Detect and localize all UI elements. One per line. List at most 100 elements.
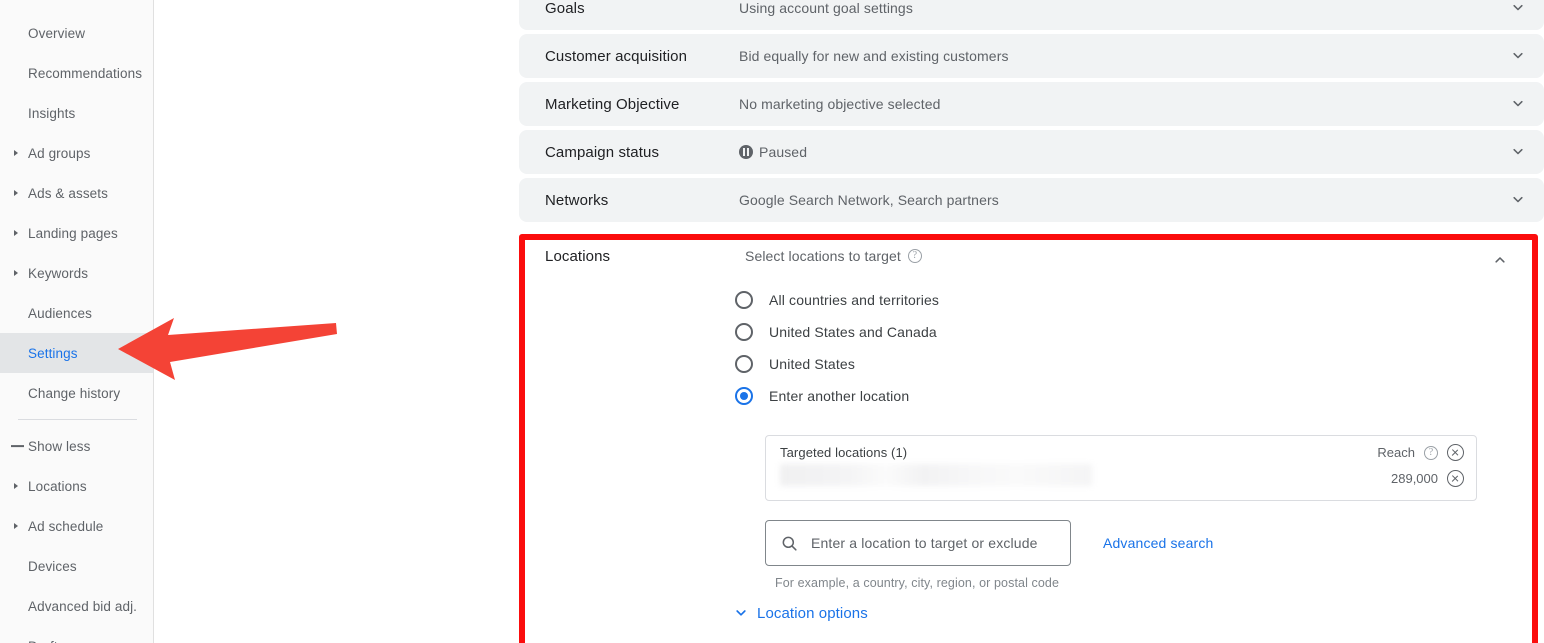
targeted-locations-box: Targeted locations (1) Reach ? 289,000 xyxy=(765,435,1477,501)
location-options-toggle[interactable]: Location options xyxy=(731,603,868,623)
left-sidebar-nav: Overview Recommendations Insights Ad gro… xyxy=(0,0,154,643)
sidebar-item-settings[interactable]: Settings xyxy=(0,333,153,373)
settings-row-value: Bid equally for new and existing custome… xyxy=(739,48,1009,64)
sidebar-show-less-label: Show less xyxy=(28,438,91,454)
sidebar-item-label: Change history xyxy=(28,385,121,401)
radio-united-states-and-canada[interactable]: United States and Canada xyxy=(735,316,939,348)
radio-label: United States and Canada xyxy=(769,324,937,340)
sidebar-item-change-history[interactable]: Change history xyxy=(0,373,153,413)
help-icon[interactable]: ? xyxy=(907,249,922,263)
expand-triangle-icon xyxy=(14,523,18,529)
search-input[interactable]: Enter a location to target or exclude xyxy=(765,520,1071,566)
location-search-hint: For example, a country, city, region, or… xyxy=(775,576,1060,590)
chevron-down-icon[interactable] xyxy=(1492,46,1544,66)
location-target-radio-group: All countries and territories United Sta… xyxy=(735,284,939,412)
minus-icon xyxy=(11,445,24,447)
targeted-locations-header-right: Reach ? xyxy=(1377,444,1476,461)
pause-status-icon xyxy=(739,145,753,159)
radio-circle-icon[interactable] xyxy=(735,355,753,373)
sidebar-divider xyxy=(18,419,137,420)
sidebar-item-label: Insights xyxy=(28,105,76,121)
radio-all-countries-and-territories[interactable]: All countries and territories xyxy=(735,284,939,316)
targeted-location-reach-value: 289,000 xyxy=(1391,471,1438,486)
radio-united-states[interactable]: United States xyxy=(735,348,939,380)
settings-row-value: Using account goal settings xyxy=(739,0,913,16)
sidebar-item-label: Ads & assets xyxy=(28,185,108,201)
sidebar-show-less-button[interactable]: Show less xyxy=(0,426,153,466)
targeted-location-row-right: 289,000 xyxy=(1391,470,1476,487)
sidebar-item-drafts[interactable]: Drafts xyxy=(0,626,153,643)
chevron-down-icon[interactable] xyxy=(1492,94,1544,114)
chevron-down-icon[interactable] xyxy=(1492,0,1544,18)
settings-row-label: Networks xyxy=(545,191,609,209)
location-options-label: Location options xyxy=(757,604,868,622)
settings-row-campaign-status[interactable]: Campaign status Paused xyxy=(519,130,1544,174)
locations-panel-header: Locations Select locations to target ? xyxy=(525,248,1532,265)
search-icon xyxy=(780,534,799,553)
advanced-search-link[interactable]: Advanced search xyxy=(1103,535,1213,551)
help-icon[interactable]: ? xyxy=(1424,445,1438,460)
locations-panel-subtitle: Select locations to target xyxy=(745,248,901,264)
settings-row-value: Google Search Network, Search partners xyxy=(739,192,999,208)
sidebar-item-label: Recommendations xyxy=(28,65,143,81)
app-root: Overview Recommendations Insights Ad gro… xyxy=(0,0,1544,643)
sidebar-item-overview[interactable]: Overview xyxy=(0,13,153,53)
radio-circle-selected-icon[interactable] xyxy=(735,387,753,405)
sidebar-item-recommendations[interactable]: Recommendations xyxy=(0,53,153,93)
sidebar-item-label: Devices xyxy=(28,558,77,574)
settings-row-customer-acquisition[interactable]: Customer acquisition Bid equally for new… xyxy=(519,34,1544,78)
sidebar-item-label: Advanced bid adj. xyxy=(28,598,138,614)
sidebar-item-landing-pages[interactable]: Landing pages xyxy=(0,213,153,253)
expand-triangle-icon xyxy=(14,483,18,489)
radio-circle-icon[interactable] xyxy=(735,323,753,341)
sidebar-item-label: Landing pages xyxy=(28,225,118,241)
settings-row-label: Customer acquisition xyxy=(545,47,688,65)
remove-circle-icon[interactable] xyxy=(1447,444,1464,461)
locations-panel-subtitle-wrap: Select locations to target ? xyxy=(745,248,922,264)
sidebar-item-ads-assets[interactable]: Ads & assets xyxy=(0,173,153,213)
sidebar-item-label: Settings xyxy=(28,345,78,361)
locations-settings-panel: Locations Select locations to target ? A… xyxy=(519,234,1538,643)
sidebar-item-locations[interactable]: Locations xyxy=(0,466,153,506)
settings-row-marketing-objective[interactable]: Marketing Objective No marketing objecti… xyxy=(519,82,1544,126)
sidebar-item-keywords[interactable]: Keywords xyxy=(0,253,153,293)
settings-row-goals[interactable]: Goals Using account goal settings xyxy=(519,0,1544,30)
expand-triangle-icon xyxy=(14,230,18,236)
redacted-location-name-overlay xyxy=(780,464,1092,486)
sidebar-item-label: Locations xyxy=(28,478,87,494)
radio-label: Enter another location xyxy=(769,388,910,404)
chevron-down-icon[interactable] xyxy=(1492,190,1544,210)
expand-triangle-icon xyxy=(14,270,18,276)
settings-main-content: Goals Using account goal settings Custom… xyxy=(155,0,1544,643)
sidebar-item-ad-schedule[interactable]: Ad schedule xyxy=(0,506,153,546)
reach-label: Reach xyxy=(1377,445,1415,460)
sidebar-item-label: Ad schedule xyxy=(28,518,104,534)
radio-circle-icon[interactable] xyxy=(735,291,753,309)
targeted-locations-count-label: Targeted locations (1) xyxy=(780,445,908,460)
settings-row-label: Goals xyxy=(545,0,585,17)
sidebar-item-label: Overview xyxy=(28,25,86,41)
expand-triangle-icon xyxy=(14,150,18,156)
radio-label: All countries and territories xyxy=(769,292,940,308)
location-search-row: Enter a location to target or exclude Ad… xyxy=(765,520,1213,566)
locations-panel-title: Locations xyxy=(545,248,611,265)
sidebar-item-label: Drafts xyxy=(28,639,65,643)
campaign-settings-card-list: Goals Using account goal settings Custom… xyxy=(519,0,1544,226)
sidebar-item-advanced-bid-adj[interactable]: Advanced bid adj. xyxy=(0,586,153,626)
chevron-up-icon[interactable] xyxy=(1480,250,1520,270)
settings-row-value: Paused xyxy=(759,144,808,160)
sidebar-item-ad-groups[interactable]: Ad groups xyxy=(0,133,153,173)
targeted-locations-header: Targeted locations (1) Reach ? xyxy=(766,444,1476,461)
sidebar-item-devices[interactable]: Devices xyxy=(0,546,153,586)
remove-circle-icon[interactable] xyxy=(1447,470,1464,487)
radio-label: United States xyxy=(769,356,855,372)
sidebar-item-label: Ad groups xyxy=(28,145,91,161)
settings-row-networks[interactable]: Networks Google Search Network, Search p… xyxy=(519,178,1544,222)
chevron-down-icon[interactable] xyxy=(1492,142,1544,162)
sidebar-item-insights[interactable]: Insights xyxy=(0,93,153,133)
search-input-placeholder: Enter a location to target or exclude xyxy=(811,535,1038,551)
settings-row-value-wrap: Paused xyxy=(739,144,1492,160)
settings-row-value: No marketing objective selected xyxy=(739,96,941,112)
sidebar-item-audiences[interactable]: Audiences xyxy=(0,293,153,333)
radio-enter-another-location[interactable]: Enter another location xyxy=(735,380,939,412)
